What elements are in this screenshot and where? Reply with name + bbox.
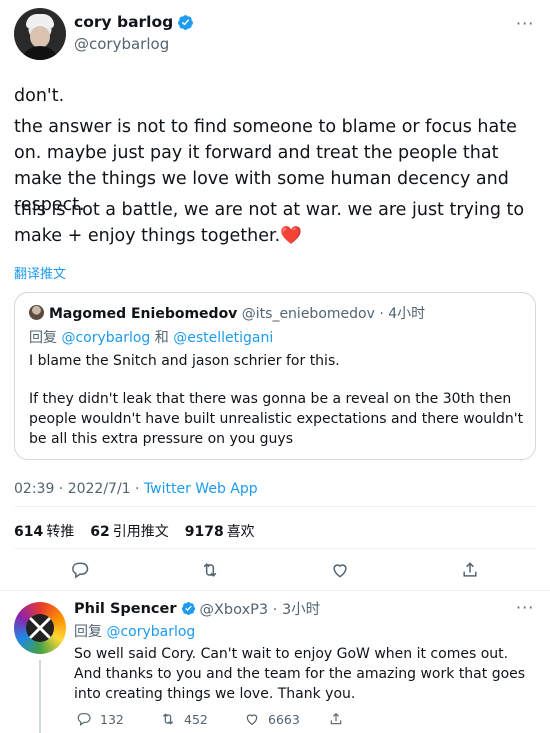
retweet-button[interactable]: [200, 560, 220, 580]
quoted-author-name: Magomed Eniebomedov: [49, 306, 238, 322]
reply-count: 132: [100, 711, 124, 727]
divider: [14, 548, 536, 549]
reply-retweet-button[interactable]: 452: [160, 711, 208, 727]
tweet-stats: 614 转推 62 引用推文 9178 喜欢: [14, 521, 255, 541]
divider: [14, 506, 536, 507]
verified-badge-icon: [178, 14, 194, 30]
verified-badge-icon: [181, 601, 195, 616]
quoted-text-2: If they didn't leak that there was gonna…: [29, 391, 524, 447]
reply-icon: [77, 713, 91, 726]
section-divider: [0, 590, 550, 591]
likes-stat[interactable]: 9178 喜欢: [185, 521, 255, 541]
retweet-icon: [162, 713, 174, 725]
like-button[interactable]: [330, 560, 350, 580]
tweet-timestamp[interactable]: 02:39 · 2022/7/1 ·: [14, 481, 144, 497]
reply-header: Phil Spencer @XboxP3 · 3小时: [74, 598, 320, 619]
reply-mention-2[interactable]: @estelletigani: [173, 330, 273, 346]
reply-joiner: 和: [154, 330, 169, 346]
tweet-paragraph-1: don't.: [14, 86, 65, 106]
reply-icon: [72, 562, 89, 579]
quoted-reply-context: 回复 @corybarlog 和 @estelletigani: [29, 327, 273, 347]
reply-author-avatar[interactable]: [14, 602, 66, 654]
tweet-client-link[interactable]: Twitter Web App: [144, 481, 258, 497]
xbox-logo-icon: [26, 614, 54, 642]
reply-share-button[interactable]: [328, 711, 344, 727]
author-display-name[interactable]: cory barlog: [74, 13, 194, 31]
share-button[interactable]: [460, 560, 480, 580]
retweet-count: 452: [184, 711, 208, 727]
quoted-tweet-header: Magomed Eniebomedov @its_eniebomedov · 4…: [49, 303, 425, 323]
reply-mention-1[interactable]: @corybarlog: [61, 330, 150, 346]
reply-context: 回复 @corybarlog: [74, 621, 195, 641]
author-avatar[interactable]: [14, 8, 66, 60]
retweet-icon: [203, 563, 217, 577]
author-name-text[interactable]: cory barlog: [74, 13, 173, 31]
reply-reply-button[interactable]: 132: [76, 711, 124, 727]
reply-like-button[interactable]: 6663: [244, 711, 300, 727]
like-count: 6663: [268, 711, 300, 727]
avatar-face: [30, 26, 50, 48]
tweet-meta: 02:39 · 2022/7/1 · Twitter Web App: [14, 481, 258, 497]
quotes-stat[interactable]: 62 引用推文: [90, 521, 168, 541]
reply-text: So well said Cory. Can't wait to enjoy G…: [74, 646, 526, 702]
like-icon: [333, 564, 347, 578]
tweet-paragraph-3: this is not a battle, we are not at war.…: [14, 200, 525, 246]
reply-prefix: 回复: [74, 624, 102, 640]
quoted-author-avatar: [29, 305, 44, 320]
reply-author-name[interactable]: Phil Spencer: [74, 601, 177, 617]
more-options-icon[interactable]: ···: [516, 14, 534, 33]
author-handle[interactable]: @corybarlog: [74, 35, 169, 53]
reply-prefix: 回复: [29, 330, 57, 346]
more-options-icon[interactable]: ···: [516, 598, 534, 617]
thread-line: [39, 660, 41, 733]
like-icon: [246, 714, 258, 726]
reply-button[interactable]: [70, 560, 90, 580]
quoted-text-1: I blame the Snitch and jason schrier for…: [29, 353, 340, 369]
share-icon: [330, 712, 342, 725]
avatar-body: [20, 46, 60, 60]
reply-mention[interactable]: @corybarlog: [106, 624, 195, 640]
translate-tweet-link[interactable]: 翻译推文: [14, 263, 66, 282]
share-icon: [463, 562, 477, 577]
reply-handle-time[interactable]: @XboxP3 · 3小时: [200, 598, 321, 619]
retweets-stat[interactable]: 614 转推: [14, 521, 74, 541]
quoted-tweet-card[interactable]: Magomed Eniebomedov @its_eniebomedov · 4…: [14, 292, 536, 460]
quoted-handle-time: @its_eniebomedov · 4小时: [241, 306, 426, 322]
